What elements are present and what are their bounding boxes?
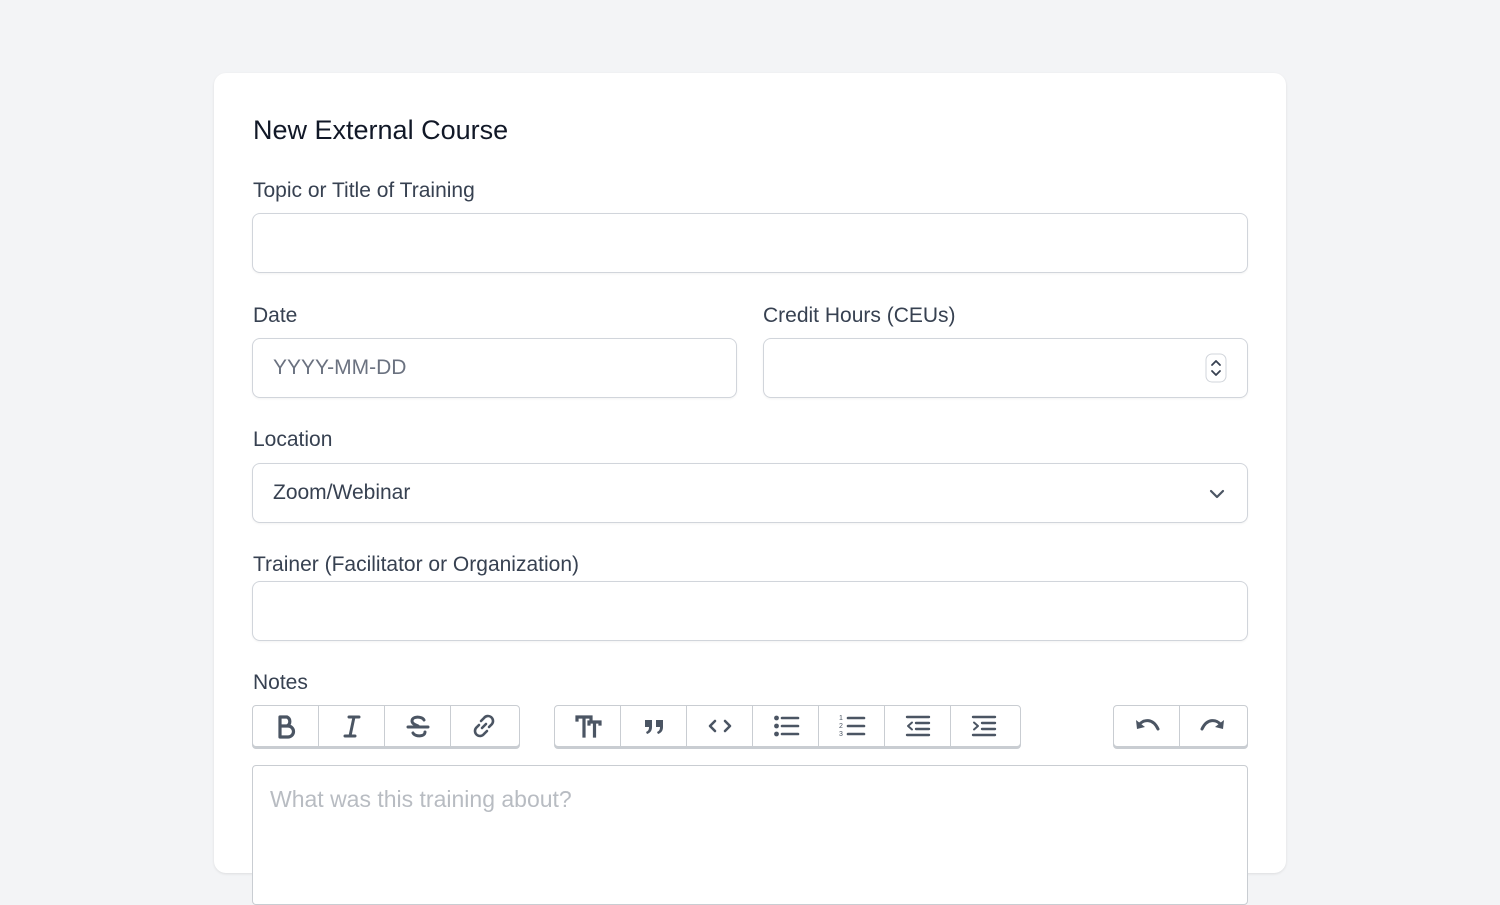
outdent-icon [905, 715, 930, 737]
svg-text:2: 2 [839, 723, 843, 730]
bullet-list-icon [773, 715, 799, 737]
location-selected-value: Zoom/Webinar [273, 481, 411, 504]
code-button[interactable] [687, 706, 753, 746]
redo-button[interactable] [1180, 706, 1246, 746]
redo-icon [1200, 719, 1224, 731]
notes-editor[interactable]: What was this training about? [252, 765, 1248, 905]
topic-input[interactable] [253, 214, 1247, 272]
bullet-list-button[interactable] [753, 706, 819, 746]
undo-button[interactable] [1114, 706, 1180, 746]
strikethrough-button[interactable] [385, 706, 451, 746]
trainer-field[interactable] [252, 581, 1248, 641]
topic-field[interactable] [252, 213, 1248, 273]
credit-hours-input[interactable] [764, 339, 1247, 397]
credit-hours-field[interactable] [763, 338, 1248, 398]
number-spinner-icon[interactable] [1205, 353, 1227, 383]
notes-label: Notes [253, 671, 308, 694]
history-tools-group [1113, 705, 1248, 747]
date-field[interactable] [252, 338, 737, 398]
bold-icon [277, 715, 295, 739]
numbered-list-button[interactable]: 1 2 3 [819, 706, 885, 746]
topic-label: Topic or Title of Training [253, 179, 475, 202]
outdent-button[interactable] [885, 706, 951, 746]
trainer-input[interactable] [253, 582, 1247, 640]
svg-text:1: 1 [839, 715, 843, 722]
new-course-card: New External Course Topic or Title of Tr… [214, 73, 1286, 905]
form-title: New External Course [253, 115, 509, 145]
quote-icon [644, 720, 663, 734]
date-label: Date [253, 304, 298, 327]
quote-button[interactable] [621, 706, 687, 746]
location-label: Location [253, 428, 333, 451]
code-icon [708, 719, 731, 733]
heading-icon [574, 715, 602, 738]
italic-button[interactable] [319, 706, 385, 746]
heading-button[interactable] [555, 706, 621, 746]
indent-icon [971, 715, 997, 737]
trainer-label: Trainer (Facilitator or Organization) [253, 553, 579, 576]
indent-button[interactable] [951, 706, 1017, 746]
undo-icon [1135, 719, 1159, 731]
strikethrough-icon [406, 715, 429, 738]
date-input[interactable] [253, 339, 736, 397]
notes-placeholder: What was this training about? [270, 786, 572, 812]
location-select[interactable]: Zoom/Webinar [252, 463, 1248, 523]
block-tools-group: 1 2 3 [554, 705, 1021, 747]
bold-button[interactable] [253, 706, 319, 746]
text-tools-group [252, 705, 520, 747]
svg-text:3: 3 [839, 731, 843, 738]
chevron-down-icon [1209, 489, 1225, 499]
numbered-list-icon: 1 2 3 [839, 715, 865, 738]
link-icon [473, 714, 495, 738]
credit-hours-label: Credit Hours (CEUs) [763, 304, 956, 327]
italic-icon [343, 715, 360, 738]
link-button[interactable] [451, 706, 517, 746]
